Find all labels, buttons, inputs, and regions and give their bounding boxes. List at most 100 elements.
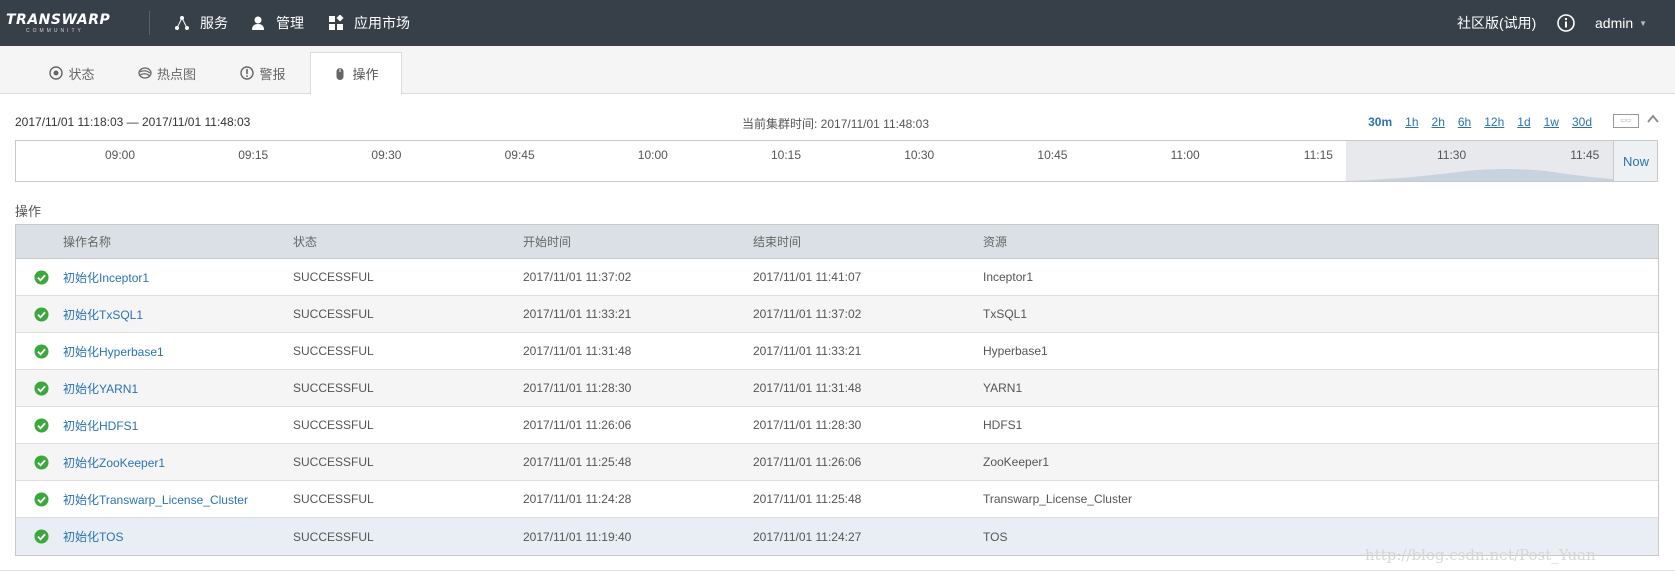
top-navbar: TRANSWARP COMMUNITY 服务 管理 应用市场 社区版(试用) a… bbox=[0, 0, 1675, 46]
alert-icon bbox=[240, 66, 255, 80]
operation-status: SUCCESSFUL bbox=[293, 307, 374, 321]
operation-resource: Hyperbase1 bbox=[983, 344, 1048, 358]
operation-end-time: 2017/11/01 11:26:06 bbox=[753, 455, 862, 469]
tab-alerts[interactable]: 警报 bbox=[228, 52, 298, 94]
operation-name-link[interactable]: 初始化YARN1 bbox=[63, 380, 293, 397]
table-row[interactable]: 初始化Inceptor1 SUCCESSFUL 2017/11/01 11:37:0… bbox=[16, 259, 1658, 296]
timeline-tick-label: 10:15 bbox=[771, 148, 802, 162]
operation-name-link[interactable]: 初始化TxSQL1 bbox=[63, 306, 293, 323]
status-cell bbox=[16, 343, 63, 359]
success-check-icon bbox=[34, 306, 49, 322]
status-cell bbox=[16, 380, 63, 396]
operation-name-link[interactable]: 初始化Transwarp_License_Cluster bbox=[63, 491, 293, 508]
col-start[interactable]: 开始时间 bbox=[523, 233, 753, 250]
tab-status[interactable]: 状态 bbox=[32, 52, 112, 94]
operation-name-link[interactable]: 初始化TOS bbox=[63, 528, 293, 545]
edition-label[interactable]: 社区版(试用) bbox=[1457, 0, 1536, 46]
operation-start-time: 2017/11/01 11:28:30 bbox=[523, 381, 632, 395]
status-cell bbox=[16, 417, 63, 433]
operation-name-link[interactable]: 初始化Inceptor1 bbox=[63, 269, 293, 286]
preset-30d[interactable]: 30d bbox=[1572, 115, 1592, 129]
col-status[interactable]: 状态 bbox=[293, 233, 523, 250]
operation-end-time: 2017/11/01 11:28:30 bbox=[753, 418, 862, 432]
user-menu[interactable]: admin ▼ bbox=[1595, 0, 1647, 46]
operation-end-time: 2017/11/01 11:41:07 bbox=[753, 270, 862, 284]
operation-start-time: 2017/11/01 11:25:48 bbox=[523, 455, 632, 469]
preset-1d[interactable]: 1d bbox=[1517, 115, 1530, 129]
nav-app-market-label: 应用市场 bbox=[354, 15, 410, 31]
chevron-up-icon[interactable] bbox=[1646, 112, 1660, 126]
time-range-text: 2017/11/01 11:18:03 — 2017/11/01 11:48:0… bbox=[15, 115, 251, 129]
nav-manage[interactable]: 管理 bbox=[250, 0, 304, 46]
operation-status: SUCCESSFUL bbox=[293, 381, 374, 395]
table-row[interactable]: 初始化Transwarp_License_Cluster SUCCESSFUL 20… bbox=[16, 481, 1658, 518]
nav-app-market[interactable]: 应用市场 bbox=[328, 0, 410, 46]
operation-resource: Inceptor1 bbox=[983, 270, 1034, 284]
preset-1w[interactable]: 1w bbox=[1544, 115, 1559, 129]
tab-operations[interactable]: 操作 bbox=[310, 52, 402, 95]
operation-name-link[interactable]: 初始化HDFS1 bbox=[63, 417, 293, 434]
operation-end-time: 2017/11/01 11:31:48 bbox=[753, 381, 862, 395]
logo-sub: COMMUNITY bbox=[26, 28, 84, 34]
tab-heatmap[interactable]: 热点图 bbox=[124, 52, 210, 94]
nav-services[interactable]: 服务 bbox=[174, 0, 228, 46]
table-row[interactable]: 初始化TxSQL1 SUCCESSFUL 2017/11/01 11:33:21 20… bbox=[16, 296, 1658, 333]
user-icon bbox=[252, 16, 264, 30]
operation-status: SUCCESSFUL bbox=[293, 270, 374, 284]
timeline-tick-label: 11:00 bbox=[1170, 148, 1200, 162]
tab-bar: 状态 热点图 警报 操作 bbox=[0, 46, 1675, 95]
preset-30m[interactable]: 30m bbox=[1368, 115, 1392, 129]
preset-6h[interactable]: 6h bbox=[1458, 115, 1471, 129]
operation-name-link[interactable]: 初始化ZooKeeper1 bbox=[63, 454, 293, 471]
timeline-tick-label: 09:45 bbox=[504, 148, 535, 162]
nav-manage-label: 管理 bbox=[276, 15, 304, 31]
table-row[interactable]: 初始化ZooKeeper1 SUCCESSFUL 2017/11/01 11:25:… bbox=[16, 444, 1658, 481]
timeline-tick-label: 11:30 bbox=[1437, 148, 1467, 162]
tab-status-label: 状态 bbox=[68, 66, 95, 82]
operation-resource: Transwarp_License_Cluster bbox=[983, 492, 1132, 506]
operation-start-time: 2017/11/01 11:19:40 bbox=[523, 529, 632, 544]
operation-resource: ZooKeeper1 bbox=[983, 455, 1050, 469]
mouse-icon bbox=[336, 67, 344, 80]
table-row[interactable]: 初始化YARN1 SUCCESSFUL 2017/11/01 11:28:30 201… bbox=[16, 370, 1658, 407]
services-icon bbox=[175, 16, 189, 30]
watermark: http://blog.csdn.net/Post_Yuan bbox=[1365, 546, 1596, 564]
cluster-time: 当前集群时间: 2017/11/01 11:48:03 bbox=[742, 117, 929, 131]
operations-table: 操作名称 状态 开始时间 结束时间 资源 初始化Inceptor1 SUCCESS… bbox=[15, 224, 1659, 556]
operation-end-time: 2017/11/01 11:25:48 bbox=[753, 492, 862, 506]
heatmap-icon bbox=[138, 67, 152, 79]
operation-resource: HDFS1 bbox=[983, 418, 1023, 432]
success-check-icon bbox=[34, 454, 49, 470]
col-end[interactable]: 结束时间 bbox=[753, 233, 983, 250]
success-check-icon bbox=[34, 417, 49, 433]
status-cell bbox=[16, 269, 63, 285]
operation-resource: YARN1 bbox=[983, 381, 1023, 395]
operation-start-time: 2017/11/01 11:24:28 bbox=[523, 492, 632, 506]
operation-name-link[interactable]: 初始化Hyperbase1 bbox=[63, 343, 293, 360]
operation-status: SUCCESSFUL bbox=[293, 418, 374, 432]
page-bottom-border bbox=[0, 570, 1675, 571]
timeline-selector[interactable]: 09:00 09:15 09:30 09:45 10:00 10:15 10:30 10:45… bbox=[15, 140, 1658, 182]
success-check-icon bbox=[34, 343, 49, 359]
status-cell bbox=[16, 491, 63, 507]
calendar-icon[interactable]: ▭▭ bbox=[1613, 114, 1639, 128]
info-icon bbox=[1557, 14, 1575, 32]
nav-services-label: 服务 bbox=[200, 15, 228, 31]
info-button[interactable] bbox=[1557, 0, 1575, 46]
preset-12h[interactable]: 12h bbox=[1484, 115, 1504, 129]
status-cell bbox=[16, 454, 63, 470]
timeline-tick-label: 10:30 bbox=[904, 148, 935, 162]
now-button[interactable]: Now bbox=[1613, 141, 1657, 181]
col-resource[interactable]: 资源 bbox=[983, 233, 1658, 250]
operation-status: SUCCESSFUL bbox=[293, 455, 374, 469]
transwarp-logo[interactable]: TRANSWARP COMMUNITY bbox=[6, 12, 126, 36]
timeline-tick-label: 11:45 bbox=[1570, 148, 1600, 162]
table-row[interactable]: 初始化HDFS1 SUCCESSFUL 2017/11/01 11:26:06 201… bbox=[16, 407, 1658, 444]
operation-start-time: 2017/11/01 11:26:06 bbox=[523, 418, 632, 432]
col-name[interactable]: 操作名称 bbox=[63, 233, 293, 250]
operation-end-time: 2017/11/01 11:37:02 bbox=[753, 307, 862, 321]
preset-1h[interactable]: 1h bbox=[1405, 115, 1418, 129]
table-row[interactable]: 初始化Hyperbase1 SUCCESSFUL 2017/11/01 11:31:… bbox=[16, 333, 1658, 370]
preset-2h[interactable]: 2h bbox=[1432, 115, 1445, 129]
success-check-icon bbox=[34, 380, 49, 396]
